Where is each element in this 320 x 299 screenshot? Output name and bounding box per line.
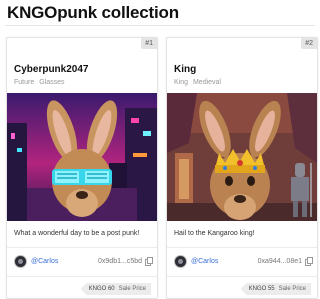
owner-row: @Carlos 0x9db1...c5bd <box>14 253 153 269</box>
owner-address: 0xa944...08e1 <box>257 257 302 265</box>
tag[interactable]: Glasses <box>39 79 64 86</box>
divider <box>7 276 157 277</box>
price-label: Sale Price <box>118 286 146 292</box>
price-value: KNGO 60 <box>88 286 115 292</box>
page-title: KNGOpunk collection <box>7 3 179 22</box>
owner-address: 0x9db1...c5bd <box>98 257 142 265</box>
rank-badge: #1 <box>141 38 157 49</box>
tag[interactable]: Future <box>14 79 34 86</box>
card-description: Hail to the Kangaroo king! <box>174 230 255 237</box>
avatar[interactable] <box>14 254 27 268</box>
price-value: KNGO 55 <box>248 286 275 292</box>
rank-badge: #2 <box>301 38 317 49</box>
tag[interactable]: King <box>174 79 188 86</box>
price-label: Sale Price <box>278 286 306 292</box>
tag-list: King Medieval <box>174 79 224 86</box>
nft-card[interactable]: #2 King King Medieval Hail to the Kangar… <box>166 37 318 299</box>
card-description: What a wonderful day to be a post punk! <box>14 230 140 237</box>
tag[interactable]: Medieval <box>193 79 221 86</box>
copy-icon[interactable] <box>305 256 313 266</box>
owner-link[interactable]: @Carlos <box>31 258 58 265</box>
card-title[interactable]: King <box>174 64 196 75</box>
price-tag: KNGO 60 Sale Price <box>80 283 151 295</box>
owner-row: @Carlos 0xa944...08e1 <box>174 253 313 269</box>
divider <box>7 247 157 248</box>
title-divider <box>5 25 315 26</box>
nft-card[interactable]: #1 Cyberpunk2047 Future Glasses What a w… <box>6 37 158 299</box>
copy-icon[interactable] <box>145 256 153 266</box>
avatar[interactable] <box>174 254 187 268</box>
divider <box>167 247 317 248</box>
owner-link[interactable]: @Carlos <box>191 258 218 265</box>
tag-list: Future Glasses <box>14 79 67 86</box>
divider <box>167 276 317 277</box>
price-tag: KNGO 55 Sale Price <box>240 283 311 295</box>
card-title[interactable]: Cyberpunk2047 <box>14 64 88 75</box>
nft-image[interactable] <box>7 93 157 221</box>
nft-image[interactable] <box>167 93 317 221</box>
